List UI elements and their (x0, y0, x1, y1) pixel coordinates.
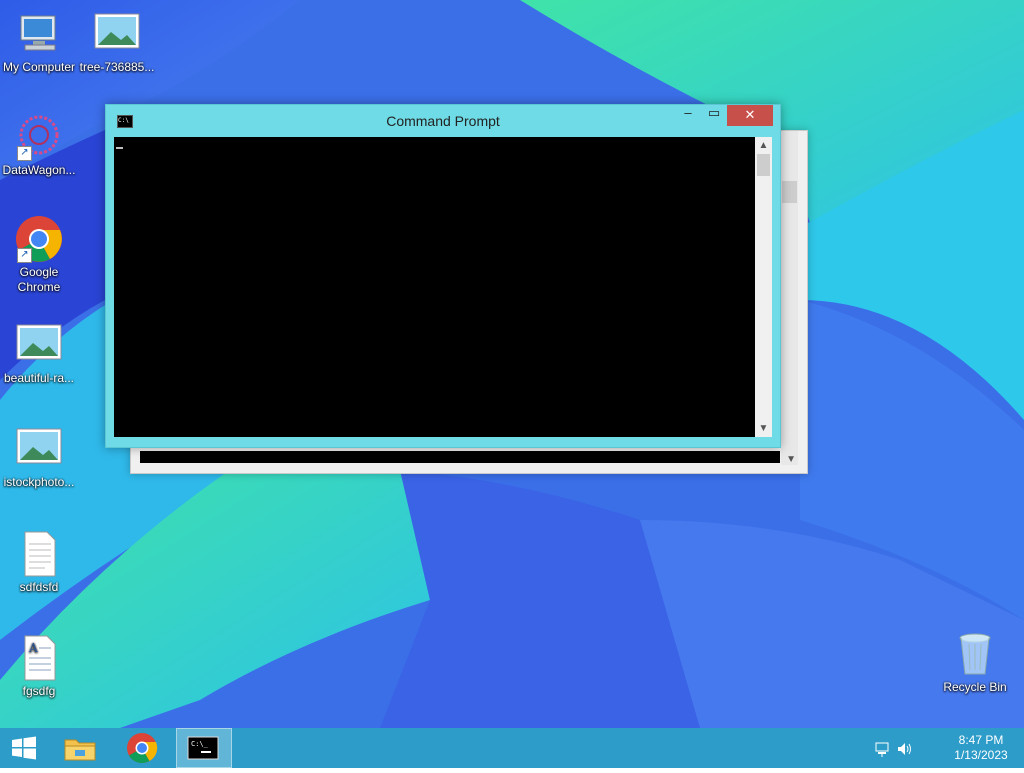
image-file-icon (15, 321, 63, 369)
desktop-icon-label: tree-736885... (79, 60, 155, 74)
computer-icon (15, 10, 63, 58)
chevron-down-icon[interactable]: ▼ (786, 454, 796, 465)
scrollbar-thumb[interactable] (757, 154, 770, 176)
text-file-icon (15, 530, 63, 578)
taskbar: C:\_ 8:47 PM 1/13/2023 (0, 728, 1024, 768)
desktop-icon-datawagon[interactable]: ↗ DataWagon... (0, 113, 78, 178)
taskbar-chrome[interactable] (118, 728, 166, 768)
image-file-icon (15, 425, 63, 473)
chrome-icon (127, 733, 158, 764)
desktop-icon-label: Recycle Bin (943, 680, 1007, 694)
svg-text:C:\_: C:\_ (191, 740, 209, 748)
text-cursor (116, 147, 123, 149)
image-file-icon (93, 10, 141, 58)
desktop-icon-label: istockphoto... (3, 475, 75, 489)
desktop-icon-google-chrome[interactable]: ↗ Google Chrome (0, 215, 78, 295)
desktop-icon-my-computer[interactable]: My Computer (0, 10, 78, 75)
svg-text:A: A (28, 641, 38, 655)
desktop-icon-label: Google Chrome (17, 265, 61, 294)
console-area[interactable] (114, 137, 755, 437)
clock[interactable]: 8:47 PM 1/13/2023 (946, 733, 1016, 763)
taskbar-command-prompt[interactable]: C:\_ (176, 728, 232, 768)
maximize-icon: ▭ (707, 105, 721, 120)
command-prompt-window[interactable]: C:\ Command Prompt – ▭ ✕ ▲ ▼ (105, 104, 781, 448)
vertical-scrollbar[interactable]: ▲ ▼ (755, 137, 772, 437)
file-explorer-icon (64, 739, 96, 761)
clock-time: 8:47 PM (958, 733, 1004, 747)
taskbar-file-explorer[interactable] (56, 728, 104, 768)
console-area[interactable] (140, 451, 780, 463)
desktop-icon-recycle-bin[interactable]: Recycle Bin (936, 630, 1014, 695)
desktop-icon-fgsdfg[interactable]: A fgsdfg (0, 634, 78, 699)
close-icon: ✕ (744, 107, 756, 122)
title-bar[interactable]: C:\ Command Prompt – ▭ ✕ (106, 105, 780, 137)
recycle-bin-icon (951, 630, 999, 678)
minimize-button[interactable]: – (678, 105, 698, 126)
desktop-icon-label: fgsdfg (22, 684, 56, 698)
scrollbar-thumb[interactable] (782, 181, 797, 203)
start-button[interactable] (0, 728, 48, 768)
shortcut-arrow-icon: ↗ (17, 146, 32, 161)
chevron-up-icon[interactable]: ▲ (755, 137, 772, 154)
volume-icon[interactable] (896, 740, 914, 758)
clock-date: 1/13/2023 (954, 748, 1008, 762)
desktop-icon-beautiful-image[interactable]: beautiful-ra... (0, 321, 78, 386)
windows-start-icon (12, 736, 36, 760)
desktop: My Computer tree-736885... ↗ DataWagon..… (0, 0, 1024, 728)
desktop-icon-label: My Computer (2, 60, 76, 74)
close-button[interactable]: ✕ (727, 105, 773, 126)
chevron-down-icon[interactable]: ▼ (755, 420, 772, 437)
desktop-icon-tree-image[interactable]: tree-736885... (78, 10, 156, 75)
maximize-button[interactable]: ▭ (704, 105, 724, 126)
shortcut-arrow-icon: ↗ (17, 248, 32, 263)
desktop-icon-sdfdsfd[interactable]: sdfdsfd (0, 530, 78, 595)
desktop-icon-label: DataWagon... (2, 163, 76, 177)
minimize-icon: – (684, 105, 692, 120)
datawagon-icon: ↗ (15, 113, 63, 161)
chrome-icon: ↗ (15, 215, 63, 263)
system-tray: 8:47 PM 1/13/2023 (874, 728, 1024, 768)
document-file-icon: A (15, 634, 63, 682)
desktop-icon-label: sdfdsfd (19, 580, 59, 594)
network-icon[interactable] (874, 740, 892, 758)
cmd-icon: C:\_ (187, 736, 219, 760)
desktop-icon-istockphoto-image[interactable]: istockphoto... (0, 425, 78, 490)
desktop-icon-label: beautiful-ra... (3, 371, 75, 385)
